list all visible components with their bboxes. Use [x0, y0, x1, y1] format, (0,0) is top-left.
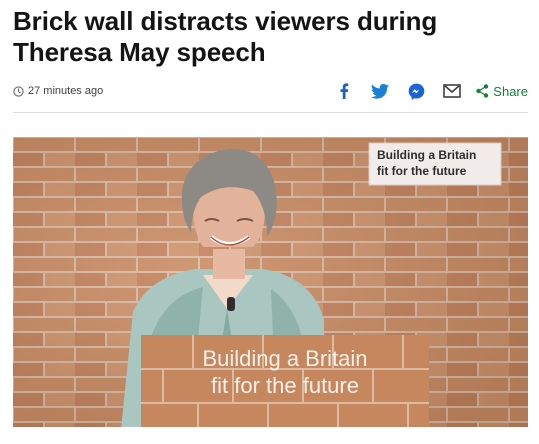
article-headline: Brick wall distracts viewers during Ther…: [13, 6, 438, 67]
article-image: Building a Britain fit for the future Bu…: [13, 137, 528, 427]
podium-sign-line-2: fit for the future: [211, 373, 359, 398]
article-meta: 27 minutes ago Share: [13, 80, 528, 106]
divider: [13, 112, 528, 113]
share-icon: [476, 84, 489, 98]
email-icon[interactable]: [442, 81, 462, 101]
twitter-icon[interactable]: [370, 81, 390, 101]
share-label: Share: [493, 83, 528, 99]
timestamp-text: 27 minutes ago: [28, 85, 104, 97]
share-button[interactable]: Share: [476, 84, 528, 99]
clock-icon: [13, 85, 24, 97]
messenger-icon[interactable]: [406, 81, 426, 101]
wall-sign-line-1: Building a Britain: [377, 148, 476, 162]
share-bar: Share: [318, 81, 528, 101]
speech-photo: Building a Britain fit for the future Bu…: [13, 137, 528, 427]
podium-sign-line-1: Building a Britain: [202, 346, 367, 371]
wall-sign-line-2: fit for the future: [377, 164, 467, 178]
timestamp: 27 minutes ago: [13, 85, 103, 97]
podium: Building a Britain fit for the future: [141, 335, 429, 427]
facebook-icon[interactable]: [334, 81, 354, 101]
